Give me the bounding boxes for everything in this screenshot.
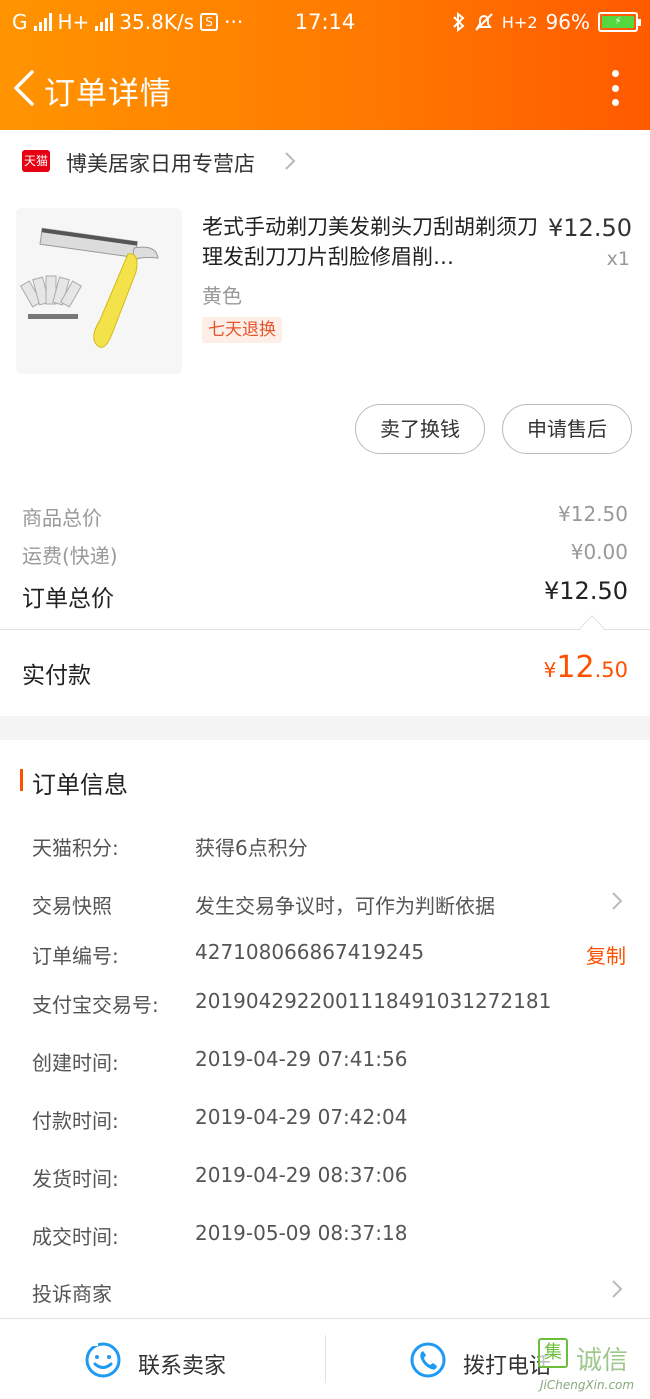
snapshot-value: 发生交易争议时，可作为判断依据: [195, 894, 495, 918]
shop-row[interactable]: 天猫 博美居家日用专营店: [0, 130, 650, 190]
watermark-text: 诚信: [576, 1346, 629, 1376]
points-value: 获得6点积分: [195, 836, 308, 860]
chevron-right-icon: [612, 892, 623, 910]
chevron-right-icon: [285, 152, 296, 170]
shop-name[interactable]: 博美居家日用专营店: [66, 148, 255, 178]
paid-amount-dec: .50: [594, 658, 628, 682]
alipay-number-label: 支付宝交易号:: [32, 993, 159, 1017]
sell-button[interactable]: 卖了换钱: [355, 404, 485, 454]
paid-label: 实付款: [22, 663, 91, 689]
created-time-value: 2019-04-29 07:41:56: [195, 1047, 408, 1071]
razor-image: [16, 208, 182, 374]
snapshot-label: 交易快照: [32, 894, 112, 918]
paid-amount-int: 12: [556, 650, 595, 685]
shipped-time-value: 2019-04-29 08:37:06: [195, 1163, 408, 1187]
watermark-logo: 集: [538, 1338, 568, 1368]
divider-notch: [579, 615, 605, 641]
paid-currency: ¥: [543, 658, 557, 682]
points-label: 天猫积分:: [32, 836, 119, 860]
bluetooth-icon: [453, 12, 465, 32]
mute-bell-icon: [475, 13, 493, 31]
alipay-number-value: 2019042922001118491031272181: [195, 989, 552, 1013]
order-number-label: 订单编号:: [32, 944, 119, 968]
order-total-value: ¥12.50: [544, 577, 628, 605]
product-price: ¥12.50: [548, 214, 632, 242]
goods-total-value: ¥12.50: [558, 502, 628, 526]
complain-row[interactable]: 投诉商家: [0, 1264, 650, 1314]
copy-order-number-button[interactable]: 复制: [586, 940, 626, 969]
section-accent-bar: [20, 769, 23, 791]
smile-chat-icon: [85, 1341, 121, 1378]
page-title: 订单详情: [44, 76, 172, 112]
after-sale-button[interactable]: 申请售后: [502, 404, 632, 454]
completed-time-label: 成交时间:: [32, 1225, 119, 1249]
shipping-label: 运费(快递): [22, 544, 118, 568]
paid-time-label: 付款时间:: [32, 1109, 119, 1133]
created-time-label: 创建时间:: [32, 1051, 119, 1075]
paid-amount: ¥12.50: [544, 650, 628, 685]
order-number-value: 427108066867419245: [195, 940, 425, 964]
product-title[interactable]: 老式手动剃刀美发剃头刀刮胡剃须刀理发刮刀刀片刮脸修眉削…: [202, 212, 540, 272]
contact-seller-button[interactable]: 联系卖家: [0, 1319, 325, 1399]
status-right: H+2 96% ⚡: [452, 10, 641, 34]
paid-time-value: 2019-04-29 07:42:04: [195, 1105, 408, 1129]
shipping-value: ¥0.00: [570, 540, 628, 564]
watermark-url: JiChengXin.com: [540, 1378, 635, 1392]
product-sku: 黄色: [202, 284, 242, 308]
snapshot-row[interactable]: 交易快照 发生交易争议时，可作为判断依据: [0, 876, 650, 924]
watermark: 集 诚信 JiChengXin.com: [536, 1338, 646, 1396]
return-policy-tag: 七天退换: [202, 317, 282, 343]
shipped-time-label: 发货时间:: [32, 1167, 119, 1191]
header: G H+ 35.8K/s S ··· 17:14 H+2 96% ⚡ 订单详情: [0, 0, 650, 130]
battery-icon: ⚡: [598, 12, 641, 32]
order-info-card: 订单信息 天猫积分: 获得6点积分 交易快照 发生交易争议时，可作为判断依据 订…: [0, 740, 650, 1318]
divider: [0, 629, 650, 630]
product-quantity: x1: [606, 248, 630, 270]
battery-percent: 96%: [545, 10, 590, 34]
section-title: 订单信息: [32, 771, 128, 799]
nav-bar: 订单详情: [0, 44, 650, 130]
contact-seller-label: 联系卖家: [138, 1354, 227, 1379]
complain-label: 投诉商家: [32, 1282, 112, 1306]
completed-time-value: 2019-05-09 08:37:18: [195, 1221, 408, 1245]
phone-icon: [410, 1342, 446, 1378]
tmall-badge: 天猫: [22, 150, 50, 172]
order-total-label: 订单总价: [22, 586, 114, 612]
status-bar: G H+ 35.8K/s S ··· 17:14 H+2 96% ⚡: [0, 0, 650, 44]
back-icon[interactable]: [10, 68, 40, 108]
goods-total-label: 商品总价: [22, 506, 102, 530]
chevron-right-icon: [612, 1280, 623, 1298]
network-type: H+2: [501, 12, 538, 32]
order-summary-card: 天猫 博美居家日用专营店 老式手动剃刀美发剃头刀刮胡剃须刀理发刮刀刀片刮脸修眉削…: [0, 130, 650, 716]
product-image[interactable]: [16, 208, 182, 374]
more-icon[interactable]: [610, 70, 620, 106]
